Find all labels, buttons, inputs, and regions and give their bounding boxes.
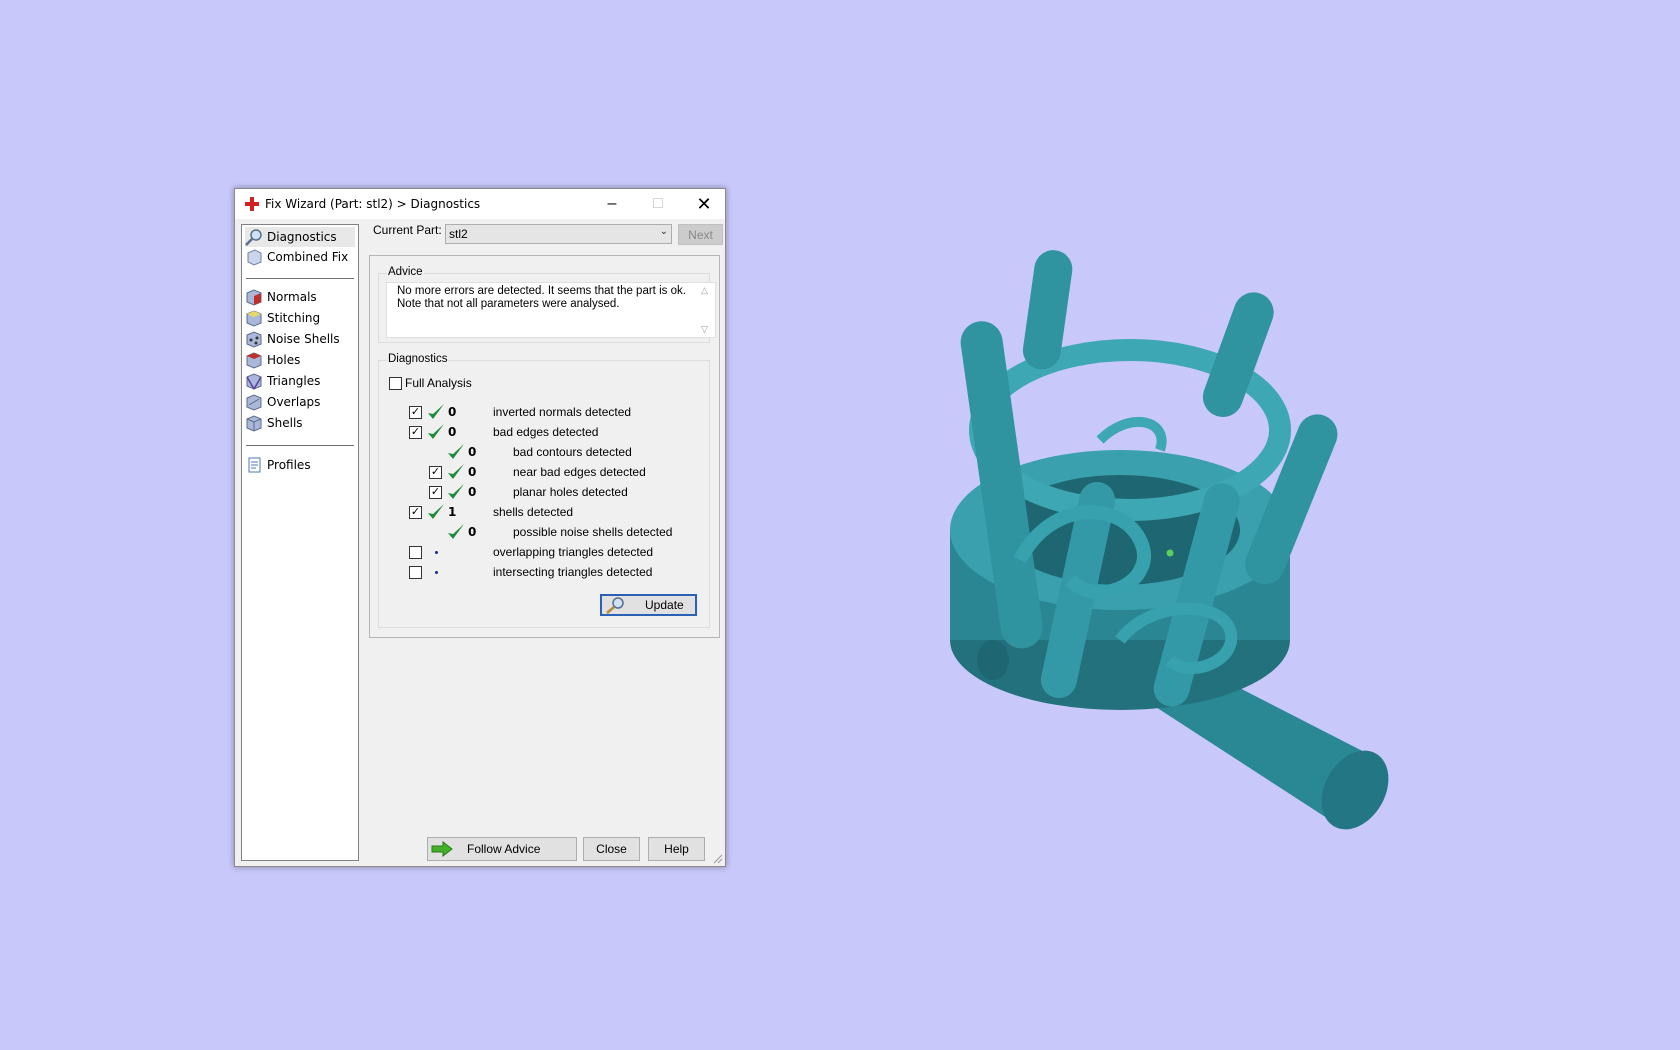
current-part-select[interactable]: stl2 ⌄ xyxy=(445,224,672,244)
minimize-icon[interactable]: – xyxy=(589,189,635,219)
fix-wizard-dialog: Fix Wizard (Part: stl2) > Diagnostics – … xyxy=(234,188,726,867)
sidebar-item-label: Overlaps xyxy=(267,395,321,409)
full-analysis-checkbox[interactable] xyxy=(389,377,402,390)
sidebar-item-label: Triangles xyxy=(267,374,321,388)
cube-icon xyxy=(247,249,262,266)
current-part-label: Current Part: xyxy=(373,223,442,237)
sidebar-item-diagnostics[interactable]: Diagnostics xyxy=(245,227,355,247)
shells-checkbox[interactable]: ✓ xyxy=(409,506,422,519)
sidebar-item-noise-shells[interactable]: Noise Shells xyxy=(245,329,355,349)
not-analysed-dot-icon xyxy=(435,551,438,554)
sidebar-item-label: Combined Fix xyxy=(267,250,349,264)
follow-advice-button[interactable]: Follow Advice xyxy=(427,837,577,861)
sidebar-item-label: Holes xyxy=(267,353,301,367)
maximize-icon[interactable]: □ xyxy=(635,189,681,219)
wizard-sidebar: Diagnostics Combined Fix Normals Stitchi… xyxy=(241,224,359,861)
inverted-normals-count: 0 xyxy=(448,405,457,419)
title-bar[interactable]: Fix Wizard (Part: stl2) > Diagnostics – … xyxy=(235,189,725,219)
check-icon xyxy=(428,504,444,519)
check-icon xyxy=(448,484,464,499)
bad-contours-label: bad contours detected xyxy=(513,445,632,459)
noise-shells-cube-icon xyxy=(246,331,262,348)
sidebar-divider xyxy=(246,445,354,446)
sidebar-item-normals[interactable]: Normals xyxy=(245,287,355,307)
sidebar-item-label: Normals xyxy=(267,290,317,304)
planar-holes-count: 0 xyxy=(468,485,477,499)
check-icon xyxy=(448,524,464,539)
close-icon[interactable]: ✕ xyxy=(681,189,727,219)
resize-grip-icon[interactable] xyxy=(713,854,723,864)
bad-contours-count: 0 xyxy=(468,445,477,459)
scroll-up-icon[interactable]: △ xyxy=(701,285,708,296)
overlapping-triangles-checkbox[interactable] xyxy=(409,546,422,559)
document-icon xyxy=(248,457,261,473)
scroll-down-icon[interactable]: ▽ xyxy=(701,324,708,335)
sidebar-item-overlaps[interactable]: Overlaps xyxy=(245,392,355,412)
sidebar-item-label: Shells xyxy=(267,416,303,430)
sidebar-item-combined-fix[interactable]: Combined Fix xyxy=(245,247,355,267)
planar-holes-checkbox[interactable]: ✓ xyxy=(429,486,442,499)
sidebar-item-label: Stitching xyxy=(267,311,321,325)
check-icon xyxy=(428,424,444,439)
near-bad-edges-count: 0 xyxy=(468,465,477,479)
planar-holes-label: planar holes detected xyxy=(513,485,628,499)
advice-scrollbar[interactable]: △ ▽ xyxy=(698,283,712,337)
current-part-value: stl2 xyxy=(449,227,468,241)
check-icon xyxy=(428,404,444,419)
magnifier-icon xyxy=(245,229,262,246)
bad-edges-label: bad edges detected xyxy=(493,425,599,439)
close-button[interactable]: Close xyxy=(583,837,640,861)
sidebar-item-label: Noise Shells xyxy=(267,332,340,346)
3d-model-ring-setting[interactable] xyxy=(900,240,1390,840)
overlapping-triangles-label: overlapping triangles detected xyxy=(493,545,654,559)
sidebar-item-label: Diagnostics xyxy=(267,230,337,244)
normals-cube-icon xyxy=(246,289,262,306)
advice-group-title: Advice xyxy=(387,266,424,278)
shells-cube-icon xyxy=(246,415,262,432)
near-bad-edges-checkbox[interactable]: ✓ xyxy=(429,466,442,479)
sidebar-item-stitching[interactable]: Stitching xyxy=(245,308,355,328)
check-icon xyxy=(448,444,464,459)
near-bad-edges-label: near bad edges detected xyxy=(513,465,646,479)
chevron-down-icon: ⌄ xyxy=(659,226,668,237)
not-analysed-dot-icon xyxy=(435,571,438,574)
next-button[interactable]: Next xyxy=(678,224,723,245)
diagnostics-group-title: Diagnostics xyxy=(387,353,449,365)
stitching-cube-icon xyxy=(246,310,262,327)
sidebar-item-shells[interactable]: Shells xyxy=(245,413,355,433)
bad-edges-checkbox[interactable]: ✓ xyxy=(409,426,422,439)
inverted-normals-checkbox[interactable]: ✓ xyxy=(409,406,422,419)
follow-advice-label: Follow Advice xyxy=(467,842,541,856)
shells-count: 1 xyxy=(448,505,457,519)
noise-shells-label: possible noise shells detected xyxy=(513,525,673,539)
holes-cube-icon xyxy=(246,352,262,369)
help-button[interactable]: Help xyxy=(648,837,705,861)
magnifier-icon xyxy=(606,597,624,614)
inverted-normals-label: inverted normals detected xyxy=(493,405,632,419)
overlaps-cube-icon xyxy=(246,394,262,411)
intersecting-triangles-label: intersecting triangles detected xyxy=(493,565,653,579)
sidebar-item-triangles[interactable]: Triangles xyxy=(245,371,355,391)
intersecting-triangles-checkbox[interactable] xyxy=(409,566,422,579)
red-cross-icon xyxy=(245,197,259,211)
full-analysis-label: Full Analysis xyxy=(405,376,472,390)
window-title: Fix Wizard (Part: stl2) > Diagnostics xyxy=(265,197,481,211)
triangles-cube-icon xyxy=(246,373,262,390)
noise-shells-count: 0 xyxy=(468,525,477,539)
update-button[interactable]: Update xyxy=(600,594,697,616)
sidebar-divider xyxy=(246,278,354,279)
shells-label: shells detected xyxy=(493,505,574,519)
sidebar-item-holes[interactable]: Holes xyxy=(245,350,355,370)
green-arrow-icon xyxy=(431,841,453,857)
bad-edges-count: 0 xyxy=(448,425,457,439)
advice-line-2: Note that not all parameters were analys… xyxy=(397,298,620,310)
check-icon xyxy=(448,464,464,479)
advice-textbox[interactable]: No more errors are detected. It seems th… xyxy=(386,282,716,338)
update-label: Update xyxy=(645,598,684,612)
advice-text: No more errors are detected. It seems th… xyxy=(397,285,687,311)
sidebar-item-profiles[interactable]: Profiles xyxy=(245,455,355,475)
advice-line-1: No more errors are detected. It seems th… xyxy=(397,285,686,297)
sidebar-item-label: Profiles xyxy=(267,458,311,472)
